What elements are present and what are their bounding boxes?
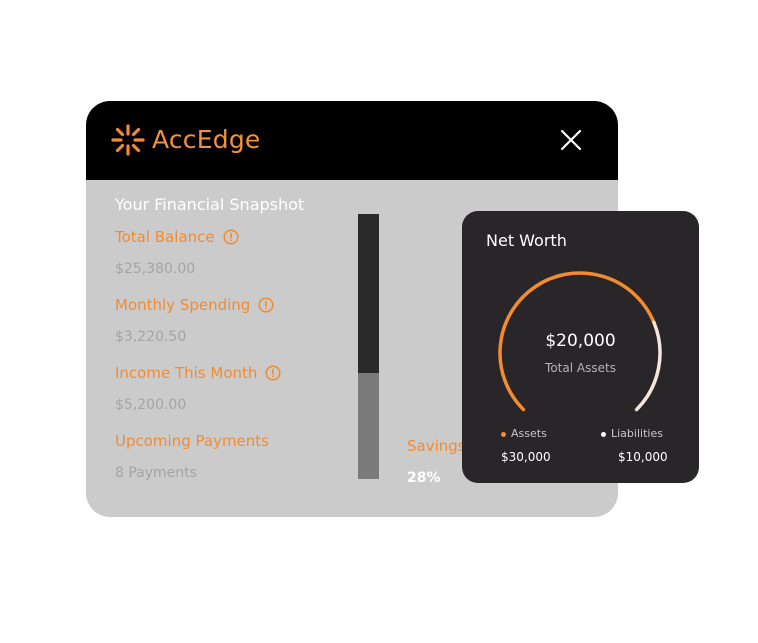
info-circle-icon[interactable]	[258, 297, 274, 313]
assets-dot	[501, 431, 506, 437]
metric-label-text: Upcoming Payments	[115, 432, 269, 450]
assets-legend: Assets	[501, 427, 547, 441]
snapshot-title: Your Financial Snapshot	[115, 195, 305, 214]
upcoming-payments-label: Upcoming Payments	[115, 431, 269, 451]
net-worth-card: Net Worth $20,000 Total Assets Assets $3…	[462, 211, 699, 483]
title-bar: AccEdge	[86, 101, 618, 180]
liabilities-legend-label: Liabilities	[611, 427, 663, 440]
savings-label: Savings	[407, 437, 466, 455]
metric-label-text: Monthly Spending	[115, 296, 251, 314]
liabilities-legend: Liabilities	[601, 427, 663, 441]
income-this-month-label: Income This Month	[115, 363, 281, 383]
upcoming-payments-value: 8 Payments	[115, 465, 197, 481]
total-balance-value: $25,380.00	[115, 261, 196, 277]
net-worth-amount-label: Total Assets	[545, 361, 616, 375]
savings-progress-fill	[358, 373, 379, 479]
total-balance-label: Total Balance	[115, 227, 239, 247]
metric-label-text: Total Balance	[115, 228, 215, 246]
info-circle-icon[interactable]	[265, 365, 281, 381]
savings-progress-bar	[358, 214, 379, 479]
metric-label-text: Income This Month	[115, 364, 258, 382]
close-icon[interactable]	[558, 127, 584, 153]
starburst-logo-icon	[111, 124, 145, 156]
info-circle-icon[interactable]	[223, 229, 239, 245]
assets-legend-label: Assets	[511, 427, 547, 440]
liabilities-value: $10,000	[618, 450, 668, 464]
brand-name: AccEdge	[152, 125, 261, 154]
monthly-spending-label: Monthly Spending	[115, 295, 274, 315]
savings-value: 28%	[407, 470, 441, 486]
monthly-spending-value: $3,220.50	[115, 329, 187, 345]
income-this-month-value: $5,200.00	[115, 397, 187, 413]
liabilities-dot	[601, 431, 606, 437]
assets-value: $30,000	[501, 450, 551, 464]
net-worth-amount: $20,000	[545, 331, 616, 351]
